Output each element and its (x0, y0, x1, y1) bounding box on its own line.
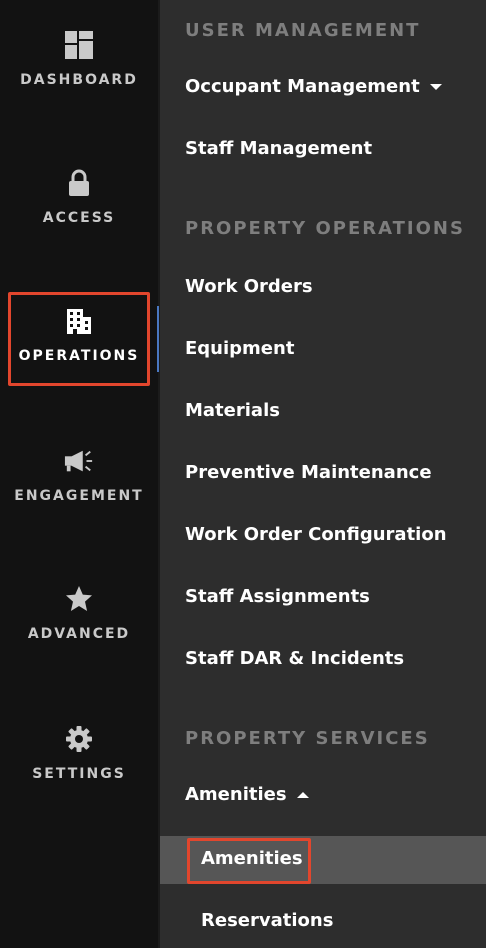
rail-item-engagement[interactable]: ENGAGEMENT (0, 446, 158, 526)
subitem-reservations[interactable]: Reservations (201, 910, 333, 931)
menu-item-label: Staff DAR & Incidents (185, 648, 405, 669)
gear-icon (64, 724, 94, 754)
menu-item-work-orders[interactable]: Work Orders (185, 276, 313, 297)
menu-item-label: Preventive Maintenance (185, 462, 432, 483)
menu-item-occupant-management[interactable]: Occupant Management (185, 76, 442, 97)
menu-item-label: Work Orders (185, 276, 313, 297)
primary-nav-rail: DASHBOARD ACCESS OPERATIONS ENGAGEMENT A… (0, 0, 158, 948)
dashboard-icon (64, 30, 94, 60)
menu-item-preventive-maintenance[interactable]: Preventive Maintenance (185, 462, 432, 483)
rail-label-access: ACCESS (42, 210, 116, 226)
section-title-property-operations: PROPERTY OPERATIONS (185, 218, 465, 239)
rail-item-advanced[interactable]: ADVANCED (0, 584, 158, 664)
menu-item-work-order-configuration[interactable]: Work Order Configuration (185, 524, 447, 545)
rail-label-operations: OPERATIONS (18, 348, 140, 364)
section-title-property-services: PROPERTY SERVICES (185, 728, 430, 749)
rail-item-dashboard[interactable]: DASHBOARD (0, 30, 158, 110)
menu-item-label: Work Order Configuration (185, 524, 447, 545)
menu-item-label: Materials (185, 400, 280, 421)
app-root: DASHBOARD ACCESS OPERATIONS ENGAGEMENT A… (0, 0, 486, 948)
rail-label-dashboard: DASHBOARD (20, 72, 138, 88)
menu-item-staff-dar-incidents[interactable]: Staff DAR & Incidents (185, 648, 404, 669)
menu-item-label: Occupant Management (185, 76, 420, 97)
megaphone-icon (64, 446, 94, 476)
section-title-user-management: USER MANAGEMENT (185, 20, 421, 41)
lock-icon (64, 168, 94, 198)
secondary-menu-panel: USER MANAGEMENT Occupant Management Staf… (160, 0, 486, 948)
menu-item-label: Equipment (185, 338, 295, 359)
rail-label-engagement: ENGAGEMENT (14, 488, 144, 504)
subitem-amenities[interactable]: Amenities (201, 848, 303, 869)
menu-item-staff-management[interactable]: Staff Management (185, 138, 372, 159)
rail-item-settings[interactable]: SETTINGS (0, 724, 158, 804)
active-indicator (157, 306, 159, 372)
menu-item-label: Staff Assignments (185, 586, 370, 607)
rail-item-access[interactable]: ACCESS (0, 168, 158, 248)
menu-item-label: Staff Management (185, 138, 373, 159)
caret-up-icon (296, 791, 309, 798)
rail-item-operations[interactable]: OPERATIONS (0, 306, 158, 386)
rail-label-advanced: ADVANCED (27, 626, 131, 642)
rail-label-settings: SETTINGS (32, 766, 126, 782)
menu-item-staff-assignments[interactable]: Staff Assignments (185, 586, 370, 607)
menu-item-amenities[interactable]: Amenities (185, 784, 309, 805)
menu-item-materials[interactable]: Materials (185, 400, 280, 421)
caret-down-icon (429, 83, 442, 90)
star-icon (64, 584, 94, 614)
building-icon (64, 306, 94, 336)
menu-item-label: Amenities (185, 784, 287, 805)
menu-item-equipment[interactable]: Equipment (185, 338, 294, 359)
